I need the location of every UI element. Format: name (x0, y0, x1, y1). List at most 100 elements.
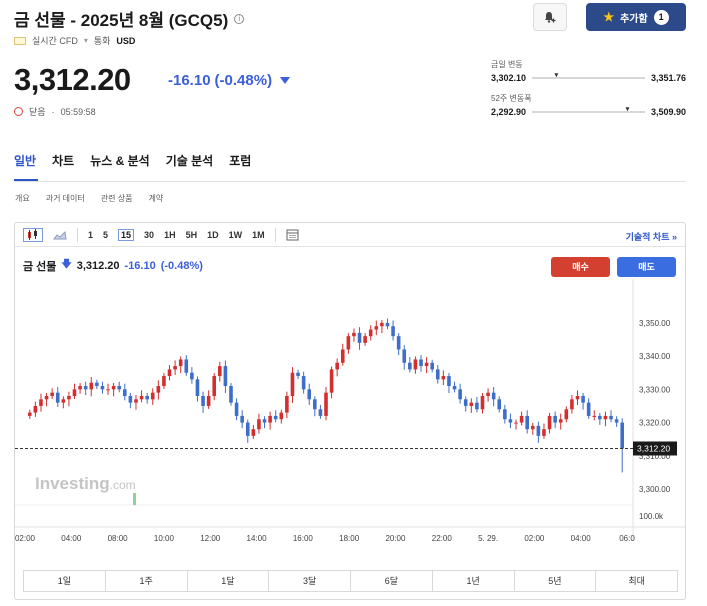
candle-body (150, 392, 155, 400)
interval-1w[interactable]: 1W (229, 230, 243, 240)
sell-button[interactable]: 매도 (617, 257, 676, 277)
candle-body (536, 425, 541, 436)
week52-label: 52주 변동폭 (491, 94, 532, 103)
candle-body (61, 399, 66, 403)
candle-body (212, 376, 217, 396)
period-1y[interactable]: 1년 (433, 571, 515, 591)
period-5y[interactable]: 5년 (515, 571, 597, 591)
candle-body (44, 395, 49, 400)
subtab-summary[interactable]: 개요 (15, 193, 30, 204)
candle-body (268, 415, 272, 423)
y-tick-label: 3,300.00 (639, 485, 671, 494)
candle-body (50, 392, 54, 396)
interval-1d[interactable]: 1D (207, 230, 219, 240)
x-tick-label: 08:00 (108, 534, 129, 543)
candle-body (357, 332, 362, 343)
week52-low: 2,292.90 (491, 107, 527, 117)
candle-body (117, 386, 122, 390)
area-chart-icon[interactable] (53, 229, 67, 241)
interval-1[interactable]: 1 (88, 230, 93, 240)
calendar-icon[interactable] (286, 229, 299, 241)
candle-body (72, 389, 77, 396)
buy-button[interactable]: 매수 (551, 257, 610, 277)
candle-body (240, 415, 244, 423)
candle-body (218, 366, 222, 377)
toolbar-divider (274, 227, 276, 242)
candle-body (195, 379, 200, 396)
period-1m[interactable]: 1달 (188, 571, 270, 591)
candle-body (89, 382, 94, 390)
interval-30[interactable]: 30 (144, 230, 154, 240)
candle-body (508, 419, 513, 423)
candle-body (134, 399, 138, 403)
candle-body (83, 386, 88, 390)
x-tick-label: 20:00 (385, 534, 406, 543)
candle-body (620, 422, 625, 449)
x-tick-label: 02:00 (524, 534, 545, 543)
period-1w[interactable]: 1주 (106, 571, 188, 591)
x-tick-label: 02:00 (15, 534, 36, 543)
instrument-meta: 실시간 CFD ▾ 통화 USD (14, 34, 135, 47)
subtab-related[interactable]: 관련 상품 (101, 193, 133, 204)
candle-body (603, 415, 608, 420)
candle-body (245, 422, 250, 436)
candle-body (257, 419, 261, 430)
create-alert-button[interactable] (533, 3, 567, 31)
investing-watermark-suffix: .com (110, 478, 136, 492)
candle-body (201, 395, 205, 406)
interval-1m[interactable]: 1M (252, 230, 265, 240)
x-tick-label: 10:00 (154, 534, 175, 543)
range-marker-icon: ▾ (625, 106, 630, 113)
technical-chart-link[interactable]: 기술적 차트 » (626, 230, 677, 243)
x-tick-label: 06:0 (619, 534, 635, 543)
candle-body (586, 402, 591, 416)
candle-body (547, 415, 552, 430)
candle-body (419, 359, 423, 367)
candle-body (128, 395, 133, 403)
price-chart[interactable]: Investing.com 3,350.00 3,340.00 3,330.00 3,3… (15, 279, 685, 547)
period-1d[interactable]: 1일 (24, 571, 106, 591)
candle-body (396, 336, 401, 350)
chevron-down-icon[interactable]: ▾ (84, 36, 88, 45)
interval-15[interactable]: 15 (118, 228, 135, 241)
interval-1h[interactable]: 1H (164, 230, 176, 240)
52-week-range: 52주 변동폭 2,292.90 ▾ 3,509.90 (491, 93, 686, 117)
candle-body (408, 362, 412, 370)
period-3m[interactable]: 3달 (269, 571, 351, 591)
candle-body (391, 326, 395, 337)
candle-body (307, 389, 312, 400)
candle-body (570, 399, 574, 410)
candle-body (346, 336, 351, 350)
candle-body (402, 349, 407, 363)
candle-body (525, 415, 529, 430)
period-max[interactable]: 최대 (596, 571, 677, 591)
tab-chart[interactable]: 차트 (52, 152, 74, 169)
legend-change: -16.10 (124, 259, 156, 272)
interval-5[interactable]: 5 (103, 230, 108, 240)
day-range-label: 금일 변동 (491, 60, 523, 69)
info-icon[interactable]: i (234, 13, 245, 24)
candle-body (318, 409, 323, 416)
last-price: 3,312.20 (14, 62, 131, 97)
candle-body (463, 399, 468, 406)
market-time: 05:59:58 (60, 106, 96, 117)
period-6m[interactable]: 6달 (351, 571, 433, 591)
candle-body (452, 386, 457, 390)
tab-news[interactable]: 뉴스 & 분석 (90, 152, 150, 169)
tab-technical[interactable]: 기술 분석 (166, 152, 214, 169)
interval-5h[interactable]: 5H (186, 230, 198, 240)
tab-forum[interactable]: 포럼 (229, 152, 251, 169)
tab-overview[interactable]: 일반 (14, 152, 36, 169)
flag-icon (14, 36, 26, 45)
subtab-historical[interactable]: 과거 데이터 (46, 193, 85, 204)
candle-body (279, 412, 284, 420)
candle-body (290, 372, 295, 396)
candle-body (100, 386, 105, 390)
candle-body (352, 332, 356, 337)
x-tick-label: 14:00 (247, 534, 268, 543)
add-to-watchlist-button[interactable]: ★ 추가함 1 (586, 3, 686, 31)
day-range-bar: ▾ (532, 72, 645, 79)
subtab-contract[interactable]: 계약 (148, 193, 163, 204)
candlestick-type-icon[interactable] (23, 227, 43, 242)
realtime-label: 실시간 CFD (32, 36, 78, 46)
